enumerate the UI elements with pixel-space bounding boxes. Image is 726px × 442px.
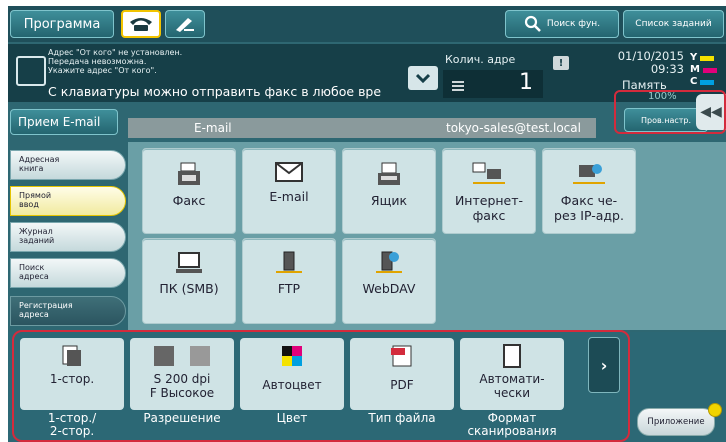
sidebar-item-label: Журнал заданий [19,227,55,245]
email-field-value: tokyo-sales@test.local [446,121,581,135]
webdav-icon [376,251,402,273]
destination-webdav[interactable]: WebDAV [342,238,436,324]
pc-icon [176,252,202,273]
search-label: Поиск фун. [546,19,601,29]
email-address-field[interactable]: E-mail tokyo-sales@test.local [128,118,596,138]
tile-label: ПК (SMB) [159,281,219,296]
pen-icon [176,18,194,32]
fax-scan-screen: Программа Поиск фун. Список заданий Адре… [8,6,726,442]
function-search-button[interactable]: Поиск фун. [505,10,619,38]
envelope-icon [275,162,303,182]
destination-internet-fax[interactable]: Интернет- факс [442,148,536,234]
destination-email[interactable]: E-mail [242,148,336,234]
toner-c-letter: C [690,76,698,87]
box-icon [378,162,400,185]
phone-mode-button[interactable] [121,10,161,38]
sidebar-item-direct-input[interactable]: Прямой ввод [10,186,126,216]
tile-label: Интернет- факс [454,193,524,223]
program-label: Программа [23,16,101,32]
job-list-button[interactable]: Список заданий [623,10,724,38]
tile-label: E-mail [269,189,309,204]
phone-icon [130,18,152,31]
destination-fax[interactable]: Факс [142,148,236,234]
sidebar-item-address-book[interactable]: Адресная книга [10,150,126,180]
receive-email-button[interactable]: Прием E-mail [10,109,118,135]
toner-m-bar [702,67,717,73]
time: 09:33 [650,62,684,76]
chevron-down-icon [416,73,430,83]
sidebar-item-label: Прямой ввод [19,191,52,209]
toner-c-bar [700,79,715,85]
toner-y-letter: Y [690,52,698,63]
message-dropdown-button[interactable] [408,66,438,90]
tile-label: Факс [172,193,206,208]
applications-button[interactable]: Приложение [637,408,715,436]
list-icon [452,81,464,91]
fax-status-icon [16,56,46,86]
tile-label: WebDAV [362,281,416,296]
search-icon [524,15,541,32]
status-main-message: С клавиатуры можно отправить факс в любо… [48,84,382,99]
status-messages: Адрес "От кого" не установлен. Передача … [48,48,183,75]
receive-email-label: Прием E-mail [18,115,101,129]
destination-count-box: 1 [443,70,543,98]
destination-pc-smb[interactable]: ПК (SMB) [142,238,236,324]
sidebar-item-address-search[interactable]: Поиск адреса [10,258,126,288]
internet-fax-icon [472,162,505,184]
tile-label: FTP [277,281,301,296]
sidebar-item-address-registration[interactable]: Регистрация адреса [10,296,126,326]
fax-icon [178,162,200,185]
destination-ftp[interactable]: FTP [242,238,336,324]
toner-m-letter: M [690,64,700,75]
tile-label: Факс че- рез IP-адр. [554,193,624,223]
applications-label: Приложение [647,417,705,427]
sidebar-item-job-history[interactable]: Журнал заданий [10,222,126,252]
destination-count-label: Колич. адре [445,53,515,66]
email-field-label: E-mail [194,121,232,135]
notification-dot [708,403,722,417]
sidebar-item-label: Поиск адреса [19,263,49,281]
date-time: 01/10/2015 09:33 [590,50,684,76]
job-list-label: Список заданий [635,19,712,29]
destination-type-grid: Факс E-mail Ящик Интернет- факс Факс че-… [128,142,726,330]
highlight-settings [12,330,630,442]
sidebar-item-label: Регистрация адреса [19,301,73,319]
tile-label: Ящик [370,193,408,208]
toner-levels: Y M C [690,52,724,88]
destination-box[interactable]: Ящик [342,148,436,234]
ip-fax-icon [573,164,605,184]
destination-count-value: 1 [519,70,533,95]
program-button[interactable]: Программа [10,10,114,38]
ftp-server-icon [276,251,302,273]
destination-ip-fax[interactable]: Факс че- рез IP-адр. [542,148,636,234]
sidebar-item-label: Адресная книга [19,155,60,173]
toner-y-bar [700,55,715,61]
highlight-check-settings [614,90,726,134]
pen-mode-button[interactable] [165,10,205,38]
warning-icon[interactable]: ! [553,56,569,70]
